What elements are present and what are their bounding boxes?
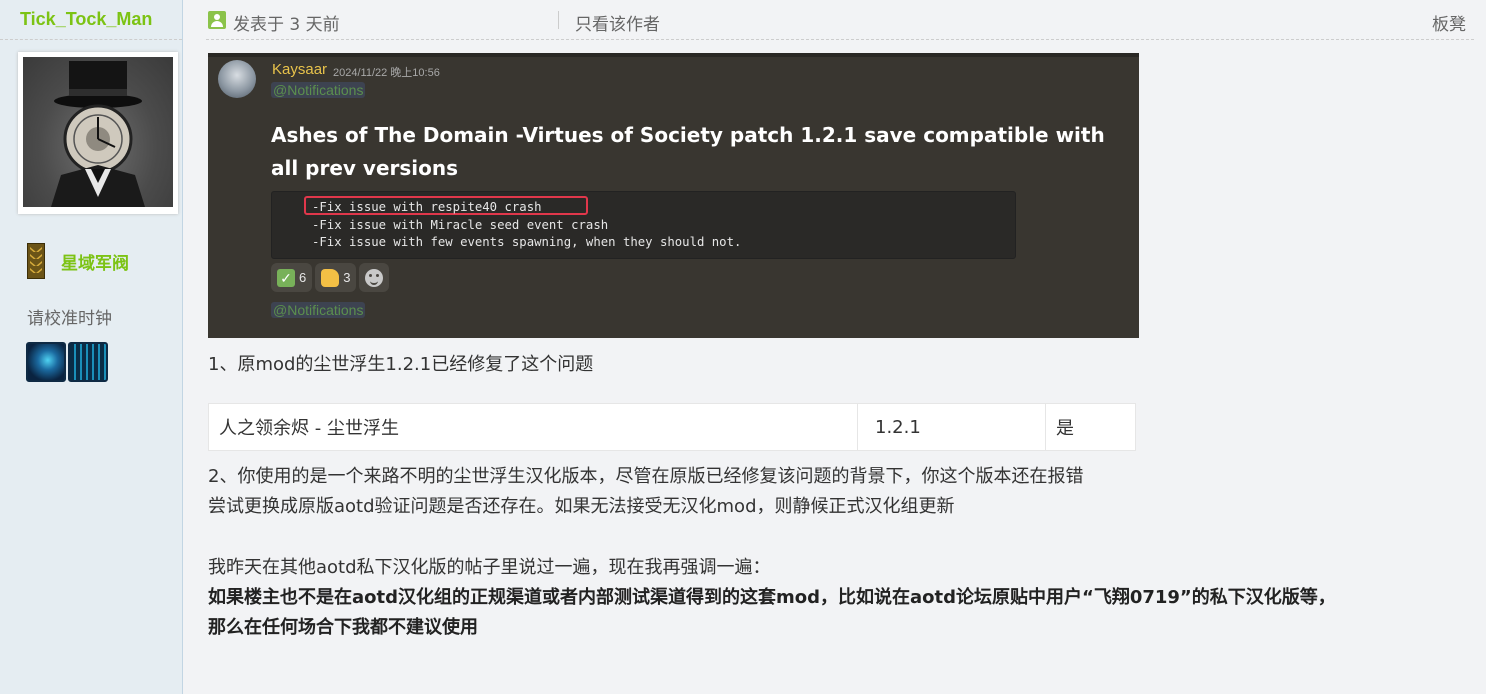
user-rank: 星域军阀 [27,242,129,280]
discord-screenshot[interactable]: Kaysaar 2024/11/22 晚上10:56 @Notification… [208,53,1139,338]
post-header: 发表于 3 天前 只看该作者 板凳 [206,0,1474,40]
clock-head-figure-image [51,61,145,207]
thumbs-up-icon [321,268,340,287]
discord-timestamp: 2024/11/22 晚上10:56 [333,67,440,79]
changelog-line: -Fix issue with few events spawning, whe… [312,235,742,249]
reaction-check: ✓ 6 [271,263,313,292]
username-link[interactable]: Tick_Tock_Man [0,0,182,40]
notifications-mention: @Notifications [271,82,366,98]
embed-topbar [208,53,1139,57]
table-cell: 1.2.1 [857,403,1046,451]
bold-warning-line: 如果楼主也不是在aotd汉化组的正规渠道或者内部测试渠道得到的这套mod，比如说… [208,587,1336,608]
reaction-count: 3 [343,270,351,285]
table-cell: 人之领余烬 - 尘世浮生 [208,403,858,451]
medal-list [26,342,108,382]
body-line: 尝试更换成原版aotd验证问题是否还存在。如果无法接受无汉化mod，则静候正式汉… [208,496,955,517]
check-mark-icon: ✓ [277,268,295,287]
avatar[interactable] [23,57,173,207]
smiley-add-icon [365,268,384,287]
rank-chevron-icon [27,243,45,279]
user-info-panel: Tick_Tock_Man 星域军阀 请校准时钟 [0,0,183,694]
changelog-line: -Fix issue with respite40 crash [312,200,542,214]
discord-username: Kaysaar [272,61,328,78]
notifications-mention: @Notifications [271,302,366,318]
mod-table: 人之领余烬 - 尘世浮生 1.2.1 是 [208,403,1136,451]
reaction-count: 6 [299,270,307,285]
medal-icon[interactable] [26,342,66,382]
reaction-add [359,263,390,292]
medal-icon[interactable] [68,342,108,382]
only-author-link[interactable]: 只看该作者 [575,10,660,35]
body-line: 1、原mod的尘世浮生1.2.1已经修复了这个问题 [208,354,594,375]
reaction-bar: ✓ 6 3 [271,263,390,292]
bold-warning-line: 那么在任何场合下我都不建议使用 [208,617,478,638]
changelog-code-block: -Fix issue with respite40 crash -Fix iss… [271,191,1016,259]
table-cell: 是 [1045,403,1136,451]
mention-text: @Notifications [273,302,364,318]
reaction-thumbs-up: 3 [315,263,357,292]
body-line: 2、你使用的是一个来路不明的尘世浮生汉化版本，尽管在原版已经修复该问题的背景下，… [208,466,1084,487]
online-user-icon [208,11,226,29]
rank-name[interactable]: 星域军阀 [61,249,129,274]
mention-text: @Notifications [273,82,364,98]
divider [558,11,559,29]
discord-avatar [218,60,256,98]
user-custom-title: 请校准时钟 [27,309,112,329]
changelog-line: -Fix issue with Miracle seed event crash [312,218,609,232]
body-line: 我昨天在其他aotd私下汉化版的帖子里说过一遍，现在我再强调一遍： [208,557,771,578]
avatar-frame [18,52,178,214]
post-time: 发表于 3 天前 [233,15,340,35]
table-row: 人之领余烬 - 尘世浮生 1.2.1 是 [208,403,1136,451]
floor-number[interactable]: 板凳 [1432,10,1466,35]
patch-title: Ashes of The Domain -Virtues of Society … [271,123,1105,180]
